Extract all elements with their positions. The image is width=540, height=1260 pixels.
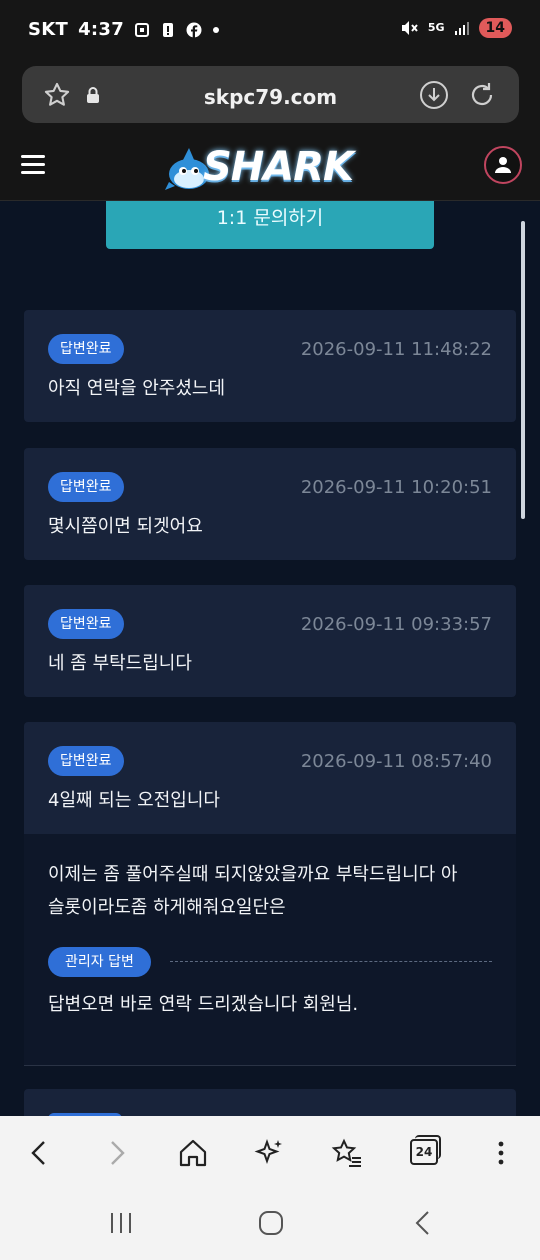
back-icon[interactable] [22, 1136, 56, 1170]
logo-text: SHARK [203, 144, 354, 190]
back-nav-icon[interactable] [410, 1210, 436, 1236]
inquiry-item[interactable]: 답변완료 2026-09-11 09:33:57 네 좀 부탁드립니다 [24, 585, 516, 697]
inquiry-title: 아직 연락을 안주셨느데 [48, 378, 226, 399]
inquiry-date: 2026-09-11 10:20:51 [300, 477, 492, 498]
alert-icon [163, 22, 174, 37]
tabs-button[interactable]: 24 [410, 1135, 441, 1165]
forward-icon[interactable] [100, 1136, 134, 1170]
admin-answer: 답변오면 바로 연락 드리겠습니다 회원님. [48, 994, 359, 1015]
system-navigation-bar [0, 1190, 540, 1260]
network-label: 5G [427, 21, 445, 34]
inquiry-item[interactable]: 답변완료 2026-09-11 11:48:22 아직 연락을 안주셨느데 [24, 310, 516, 422]
status-badge: 답변완료 [48, 334, 124, 364]
site-logo[interactable]: SHARK [165, 140, 375, 196]
status-bar: SKT 4:37 5G 14 [0, 0, 540, 62]
download-icon[interactable] [419, 80, 449, 110]
question-line: 슬롯이라도좀 하게해줘요일단은 [48, 897, 286, 918]
user-account-button[interactable] [484, 146, 522, 184]
inquiry-date: 2026-09-11 08:57:40 [300, 751, 492, 772]
clock: 4:37 [78, 19, 125, 40]
status-badge: 답변완료 [48, 609, 124, 639]
recent-apps-icon[interactable] [108, 1210, 134, 1236]
carrier-label: SKT [28, 19, 69, 40]
inquiry-item[interactable] [24, 1089, 516, 1116]
notification-dot-icon [213, 26, 220, 33]
user-icon [495, 157, 511, 173]
battery-level: 14 [478, 18, 512, 38]
sparkle-icon[interactable] [253, 1136, 287, 1170]
one-to-one-inquiry-button[interactable]: 1:1 문의하기 [106, 201, 434, 249]
more-options-icon[interactable] [484, 1136, 518, 1170]
inquiry-item[interactable]: 답변완료 2026-09-11 10:20:51 몇시쯤이면 되겟어요 [24, 448, 516, 560]
browser-address-area: skpc79.com [0, 62, 540, 130]
inquiry-item-expanded[interactable]: 답변완료 2026-09-11 08:57:40 4일째 되는 오전입니다 [24, 722, 516, 834]
reload-icon[interactable] [467, 80, 497, 110]
admin-answer-badge: 관리자 답변 [48, 947, 151, 977]
mute-icon [401, 21, 418, 35]
facebook-icon [186, 22, 202, 38]
browser-toolbar: 24 [0, 1116, 540, 1190]
address-bar[interactable]: skpc79.com [22, 66, 519, 123]
signal-icon [454, 22, 469, 35]
inquiry-title: 4일째 되는 오전입니다 [48, 790, 220, 811]
screenshot-icon [135, 22, 150, 37]
bookmarks-icon[interactable] [330, 1136, 364, 1170]
menu-icon[interactable] [21, 155, 45, 175]
home-icon[interactable] [176, 1136, 210, 1170]
status-badge: 답변완료 [48, 472, 124, 502]
inquiry-date: 2026-09-11 11:48:22 [300, 339, 492, 360]
status-badge: 답변완료 [48, 746, 124, 776]
inquiry-list-page: 1:1 문의하기 답변완료 2026-09-11 11:48:22 아직 연락을… [0, 201, 540, 1116]
inquiry-title: 몇시쯤이면 되겟어요 [48, 516, 203, 537]
scrollbar[interactable] [521, 221, 525, 519]
inquiry-question: 이제는 좀 풀어주실때 되지않았을까요 부탁드립니다 아 슬롯이라도좀 하게해줘… [48, 858, 488, 924]
divider [170, 961, 492, 962]
inquiry-title: 네 좀 부탁드립니다 [48, 653, 192, 674]
inquiry-detail: 이제는 좀 풀어주실때 되지않았을까요 부탁드립니다 아 슬롯이라도좀 하게해줘… [24, 834, 516, 1066]
question-line: 이제는 좀 풀어주실때 되지않았을까요 부탁드립니다 아 [48, 864, 458, 885]
home-nav-icon[interactable] [258, 1210, 284, 1236]
inquiry-date: 2026-09-11 09:33:57 [300, 614, 492, 635]
site-header: SHARK [0, 130, 540, 201]
admin-answer-header: 관리자 답변 [48, 947, 492, 977]
